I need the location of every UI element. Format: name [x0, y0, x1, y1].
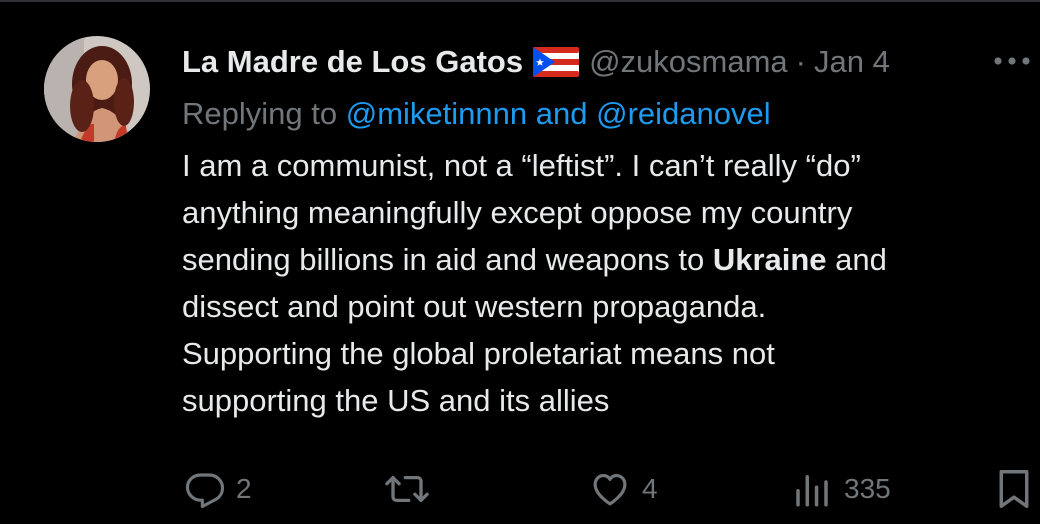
tweet-line: Supporting the global proletariat means … [182, 336, 775, 371]
tweet-text-segment: sending billions in aid and weapons to [182, 242, 713, 277]
reply-count: 2 [236, 473, 252, 504]
replying-to-label: Replying to [182, 96, 338, 131]
tweet-line: anything meaningfully except oppose my c… [182, 195, 853, 230]
tweet-text-segment: and [826, 242, 887, 277]
avatar[interactable] [44, 36, 150, 142]
separator-dot: · [795, 44, 806, 79]
repost-icon [385, 475, 429, 503]
views-button[interactable]: 335 [790, 464, 891, 514]
bookmark-icon [999, 470, 1029, 508]
tweet-line: supporting the US and its allies [182, 383, 610, 418]
views-count: 335 [844, 473, 891, 504]
reply-icon [185, 473, 225, 509]
like-count: 4 [642, 473, 658, 504]
post-date[interactable]: Jan 4 [814, 44, 890, 80]
puerto-rico-flag-icon [533, 47, 580, 77]
tweet-line: sending billions in aid and weapons to U… [182, 236, 1022, 283]
analytics-bar-chart-icon [796, 475, 828, 507]
replying-to: Replying to @miketinnnn and @reidanovel [182, 96, 771, 132]
repost-button[interactable] [384, 464, 440, 514]
display-name[interactable]: La Madre de Los Gatos [182, 44, 523, 80]
heart-icon [593, 473, 627, 506]
action-bar: 2 4 335 [0, 464, 1040, 514]
mention-link-1[interactable]: @miketinnnn [346, 96, 527, 131]
bold-keyword: Ukraine [712, 242, 827, 277]
more-options-icon[interactable] [990, 46, 1034, 76]
mention-link-2[interactable]: @reidanovel [596, 96, 771, 131]
bookmark-button[interactable] [994, 464, 1034, 514]
top-divider [0, 0, 1040, 2]
tweet-line: I am a communist, not a “leftist”. I can… [182, 148, 861, 183]
replying-to-conjunction: and [535, 96, 588, 131]
tweet-header: La Madre de Los Gatos @zukosmama · Jan 4 [182, 40, 890, 84]
tweet-body: I am a communist, not a “leftist”. I can… [182, 142, 1022, 424]
like-button[interactable]: 4 [588, 464, 658, 514]
handle[interactable]: @zukosmama [589, 44, 788, 80]
tweet-line: dissect and point out western propaganda… [182, 289, 767, 324]
reply-button[interactable]: 2 [184, 464, 252, 514]
